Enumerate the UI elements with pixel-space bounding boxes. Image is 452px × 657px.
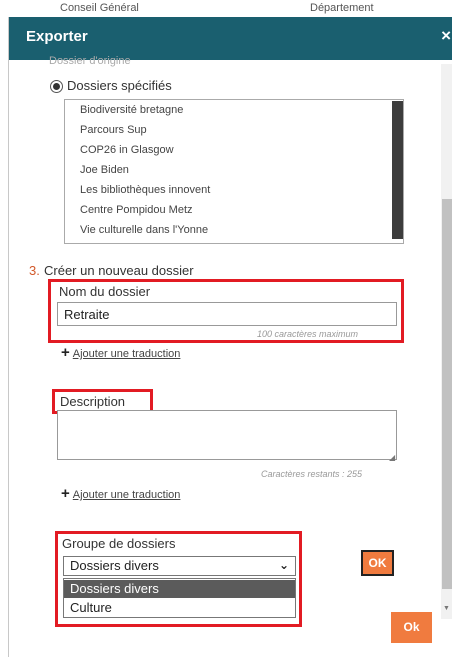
add-translation-link-name[interactable]: + Ajouter une traduction bbox=[61, 344, 180, 361]
folder-name-label: Nom du dossier bbox=[59, 284, 151, 299]
specified-folders-label[interactable]: Dossiers spécifiés bbox=[67, 78, 172, 93]
origin-folder-option[interactable]: Dossier d'origine bbox=[49, 55, 131, 67]
create-folder-ok-button[interactable]: OK bbox=[361, 550, 394, 576]
folder-list[interactable]: Biodiversité bretagne Parcours Sup COP26… bbox=[64, 99, 404, 244]
dialog-titlebar: Exporter × bbox=[9, 17, 452, 60]
plus-icon: + bbox=[61, 344, 70, 361]
folder-group-selected-value: Dossiers divers bbox=[70, 558, 159, 573]
close-icon[interactable]: × bbox=[441, 26, 451, 46]
step-label: Créer un nouveau dossier bbox=[44, 263, 194, 278]
description-textarea[interactable] bbox=[57, 410, 397, 460]
folder-name-input[interactable] bbox=[57, 302, 397, 326]
list-item[interactable]: Vie culturelle dans l'Yonne bbox=[80, 224, 208, 236]
resize-grip-icon[interactable]: ◢ bbox=[389, 453, 395, 462]
export-ok-button[interactable]: Ok bbox=[391, 612, 432, 643]
plus-icon: + bbox=[61, 485, 70, 502]
folder-group-dropdown[interactable]: Dossiers divers Culture bbox=[63, 578, 296, 618]
scroll-down-arrow-icon[interactable]: ▼ bbox=[443, 605, 450, 612]
background-text-right: Département bbox=[310, 2, 374, 14]
list-item[interactable]: Joe Biden bbox=[80, 164, 129, 176]
dialog-scrollbar-thumb[interactable] bbox=[442, 199, 452, 589]
description-label: Description bbox=[60, 394, 126, 409]
list-item[interactable]: Centre Pompidou Metz bbox=[80, 204, 193, 216]
name-char-limit-hint: 100 caractères maximum bbox=[257, 329, 359, 339]
folder-group-label: Groupe de dossiers bbox=[62, 536, 176, 551]
radio-checked-icon[interactable] bbox=[50, 80, 63, 93]
list-item[interactable]: Biodiversité bretagne bbox=[80, 104, 183, 116]
dialog-title: Exporter bbox=[26, 28, 88, 45]
add-translation-label[interactable]: Ajouter une traduction bbox=[73, 348, 181, 360]
dropdown-option-dossiers-divers[interactable]: Dossiers divers bbox=[64, 580, 295, 598]
chevron-down-icon: ⌄ bbox=[278, 558, 289, 572]
list-item[interactable]: Parcours Sup bbox=[80, 124, 147, 136]
add-translation-link-description[interactable]: + Ajouter une traduction bbox=[61, 485, 180, 502]
add-translation-label[interactable]: Ajouter une traduction bbox=[73, 489, 181, 501]
description-remaining-hint: Caractères restants : 255 bbox=[261, 469, 363, 479]
step-number: 3. bbox=[29, 263, 40, 278]
background-text-left: Conseil Général bbox=[60, 2, 139, 14]
list-item[interactable]: Les bibliothèques innovent bbox=[80, 184, 210, 196]
folder-list-scrollbar[interactable] bbox=[392, 101, 403, 239]
folder-group-select[interactable]: Dossiers divers ⌄ bbox=[63, 556, 296, 576]
export-dialog: Exporter × ▼ Dossier d'origine Dossiers … bbox=[8, 17, 452, 657]
dropdown-option-culture[interactable]: Culture bbox=[64, 599, 295, 617]
list-item[interactable]: COP26 in Glasgow bbox=[80, 144, 174, 156]
